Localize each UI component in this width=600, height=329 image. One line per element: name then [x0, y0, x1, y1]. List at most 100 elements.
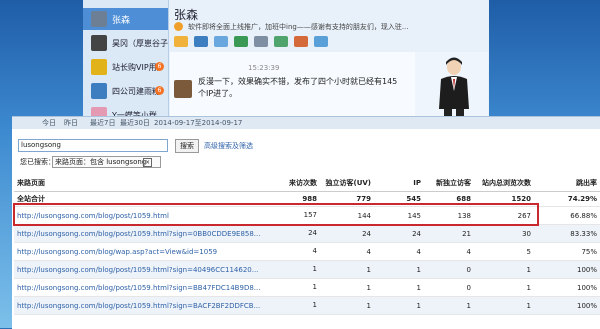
column-header[interactable]: 来访次数	[276, 175, 320, 192]
table-cell-value: 100%	[576, 301, 597, 310]
date-last-7[interactable]: 最近7日	[90, 118, 115, 128]
table-cell: 545	[374, 191, 424, 207]
unread-badge: 6	[155, 62, 164, 71]
date-yesterday[interactable]: 昨日	[64, 118, 78, 128]
search-input[interactable]: lusongsong	[18, 139, 168, 152]
contact-item[interactable]: 四公司建雨粉 6	[83, 80, 168, 102]
table-cell-value: 1	[366, 301, 371, 310]
contact-name: 张森	[112, 15, 131, 26]
table-cell-value: 1	[526, 301, 531, 310]
avatar-figure-icon	[439, 57, 469, 125]
table-cell: 66.88%	[534, 206, 600, 225]
date-today[interactable]: 今日	[42, 118, 56, 128]
table-cell: 1520	[474, 191, 534, 207]
table-cell: 988	[276, 191, 320, 207]
table-cell: 688	[424, 191, 474, 207]
avatar	[91, 83, 107, 99]
table-cell-value: 267	[517, 211, 531, 220]
table-cell: 1	[320, 278, 374, 297]
contact-name: 四公司建雨粉	[112, 86, 160, 96]
file-transfer-icon[interactable]	[234, 36, 248, 47]
searched-label: 您已搜索：	[20, 158, 55, 166]
date-filter-bar: 今日 昨日 最近7日 最近30日 2014-09-17至2014-09-17	[12, 117, 600, 129]
contact-item[interactable]: 张森	[83, 8, 168, 30]
voice-call-icon[interactable]	[174, 36, 188, 47]
referrer-link[interactable]: http://lusongsong.com/blog/post/1059.htm…	[17, 212, 169, 220]
table-cell-value: 1	[416, 265, 421, 274]
table-cell: 1	[320, 260, 374, 279]
table-row: http://lusongsong.com/blog/post/1059.htm…	[14, 224, 600, 243]
avatar	[91, 59, 107, 75]
table-cell-value: 75%	[581, 247, 597, 256]
remote-desktop-icon[interactable]	[254, 36, 268, 47]
table-cell-value: 1	[416, 283, 421, 292]
table-cell-value: 157	[303, 210, 317, 219]
avatar	[174, 80, 192, 98]
group-icon[interactable]	[314, 36, 328, 47]
column-header[interactable]: 新独立访客	[424, 175, 474, 192]
table-cell: 1	[320, 296, 374, 315]
screen-share-icon[interactable]	[214, 36, 228, 47]
table-cell-value: 66.88%	[570, 211, 597, 220]
table-cell-value: 1	[416, 301, 421, 310]
contact-item[interactable]: 昊冈（厚崽谷子）	[83, 32, 168, 54]
table-cell-value: 1	[526, 283, 531, 292]
column-header[interactable]: 站内总浏览次数	[474, 175, 534, 192]
table-cell: 267	[474, 206, 534, 225]
more-icon[interactable]	[294, 36, 308, 47]
referrer-cell: http://lusongsong.com/blog/post/1059.htm…	[14, 206, 276, 225]
table-cell-value: 138	[457, 211, 471, 220]
table-cell: 83.33%	[534, 224, 600, 243]
app-icon[interactable]	[274, 36, 288, 47]
table-cell: 24	[320, 224, 374, 243]
table-cell: 100%	[534, 296, 600, 315]
column-header[interactable]: IP	[374, 175, 424, 192]
table-cell-value: 24	[412, 229, 421, 238]
table-cell-value: 4	[366, 247, 371, 256]
advanced-search-link[interactable]: 高级搜索及筛选	[204, 141, 253, 151]
column-header[interactable]: 独立访客(UV)	[320, 175, 374, 192]
table-cell-value: 1	[312, 300, 317, 309]
table-cell: 24	[374, 224, 424, 243]
table-cell: 30	[474, 224, 534, 243]
table-cell: 100%	[534, 278, 600, 297]
referrer-link[interactable]: http://lusongsong.com/blog/post/1059.htm…	[17, 302, 260, 310]
table-cell: 157	[276, 206, 320, 225]
table-row: http://lusongsong.com/blog/post/1059.htm…	[14, 206, 600, 225]
date-range[interactable]: 2014-09-17至2014-09-17	[154, 118, 242, 128]
table-cell: 100%	[534, 260, 600, 279]
referrer-link[interactable]: http://lusongsong.com/blog/post/1059.htm…	[17, 266, 258, 274]
table-cell-value: 21	[462, 229, 471, 238]
chat-title: 张森	[174, 8, 199, 22]
table-cell-value: 1	[366, 283, 371, 292]
date-last-30[interactable]: 最近30日	[120, 118, 150, 128]
search-button[interactable]: 搜索	[175, 139, 199, 153]
message-area: 15:23:39 反漫一下，效果确实不错，发布了四个小时就已经有145个IP进了…	[170, 52, 415, 124]
referrer-table: 来路页面 来访次数 独立访客(UV) IP 新独立访客 站内总浏览次数 跳出率 全站合计 98…	[14, 175, 600, 315]
table-cell: 1	[474, 296, 534, 315]
contact-item[interactable]: 站长购VIP用户 6	[83, 56, 168, 78]
table-cell: 4	[424, 242, 474, 261]
column-header[interactable]: 跳出率	[534, 175, 600, 192]
column-header[interactable]: 来路页面	[14, 175, 276, 192]
unread-badge: 6	[155, 86, 164, 95]
referrer-link[interactable]: http://lusongsong.com/blog/post/1059.htm…	[17, 284, 260, 292]
table-cell: 4	[320, 242, 374, 261]
table-cell: 138	[424, 206, 474, 225]
close-icon[interactable]: ×	[143, 158, 152, 167]
table-row: http://lusongsong.com/blog/post/1059.htm…	[14, 278, 600, 297]
table-cell: 1	[474, 278, 534, 297]
referrer-link[interactable]: http://lusongsong.com/blog/post/1059.htm…	[17, 230, 260, 238]
video-call-icon[interactable]	[194, 36, 208, 47]
referrer-link[interactable]: http://lusongsong.com/blog/wap.asp?act=V…	[17, 248, 217, 256]
chat-subtitle: 软件即将全面上线推广，加班中ing——感谢有支持的朋友们，现入驻...	[188, 23, 409, 31]
table-cell: 24	[276, 224, 320, 243]
table-cell: 144	[320, 206, 374, 225]
table-cell-value: 5	[526, 247, 531, 256]
table-cell-value: 1	[466, 301, 471, 310]
table-cell-value: 1	[312, 264, 317, 273]
table-cell: 1	[374, 296, 424, 315]
table-cell-value: 4	[466, 247, 471, 256]
table-cell-value: 1	[312, 282, 317, 291]
table-header: 来路页面 来访次数 独立访客(UV) IP 新独立访客 站内总浏览次数 跳出率	[14, 175, 600, 192]
